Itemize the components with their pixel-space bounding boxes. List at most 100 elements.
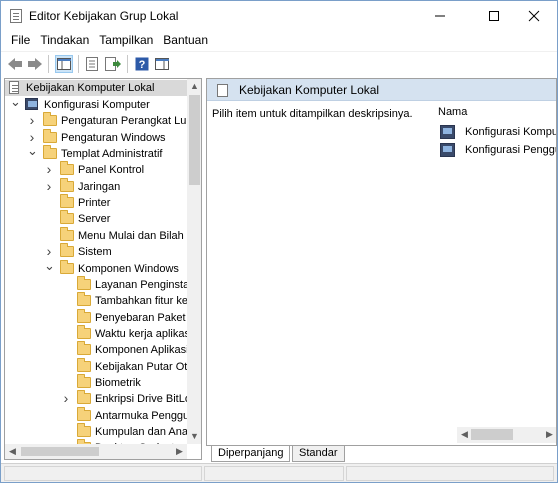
console-tree[interactable]: Kebijakan Komputer Lokal ⌄ Konfigurasi Ko… — [4, 78, 202, 460]
close-button[interactable] — [511, 1, 557, 31]
details-horizontal-scroll-thumb[interactable] — [471, 429, 513, 440]
tree-item[interactable]: ⌄ Komponen Windows — [5, 259, 187, 277]
tree-item[interactable]: Kebijakan Putar Ot — [5, 357, 187, 375]
collapse-chevron-icon[interactable]: ⌄ — [10, 95, 21, 113]
tree-item[interactable]: Penyebaran Paket A — [5, 308, 195, 326]
view-tabs: Diperpanjang Standar — [206, 446, 557, 463]
tree-item[interactable]: Tambahkan fitur ke — [5, 292, 188, 309]
tree-item[interactable]: Biometrik — [5, 373, 187, 391]
tree-item-label: Pengaturan Perangkat Lunak — [61, 115, 202, 128]
menu-file[interactable]: File — [1, 31, 35, 50]
status-cell — [4, 466, 202, 481]
tree-item-label: Antarmuka Penggu — [95, 409, 190, 422]
minimize-icon — [435, 15, 445, 17]
tree-item-label: Biometrik — [95, 376, 141, 389]
scroll-left-icon[interactable]: ◀ — [457, 427, 472, 442]
computer-icon — [25, 98, 38, 110]
tree-item[interactable]: Server — [5, 210, 187, 227]
menu-tampilkan[interactable]: Tampilkan — [94, 31, 158, 50]
export-list-button[interactable] — [104, 55, 122, 73]
folder-icon — [77, 341, 91, 356]
show-action-pane-button[interactable] — [153, 55, 171, 73]
show-hide-console-tree-button[interactable] — [55, 55, 73, 73]
tree-item[interactable]: › Sistem — [5, 243, 187, 260]
tree-item-label: Jaringan — [78, 180, 121, 193]
expand-chevron-icon[interactable]: › — [61, 391, 71, 407]
folder-icon — [43, 112, 57, 127]
back-icon — [8, 58, 22, 70]
expand-chevron-icon[interactable]: › — [27, 113, 37, 129]
collapse-chevron-icon[interactable]: ⌄ — [27, 144, 38, 162]
details-pane: Kebijakan Komputer Lokal Pilih item untu… — [206, 78, 557, 446]
tree-item-label: Layanan Penginstal — [95, 278, 192, 291]
tree-item-label: Komponen Aplikasi — [95, 344, 189, 357]
folder-icon — [77, 373, 91, 388]
tree-horizontal-scroll-thumb[interactable] — [21, 447, 99, 456]
tree-item[interactable]: Komponen Aplikasi — [5, 341, 189, 358]
tree-item-label: Templat Administratif — [61, 148, 163, 161]
scroll-down-icon[interactable]: ▼ — [187, 429, 201, 444]
folder-icon — [43, 128, 57, 143]
folder-icon — [60, 161, 74, 176]
tree-item[interactable]: ⌄ Templat Administratif — [5, 144, 187, 162]
status-bar — [1, 463, 557, 482]
folder-icon — [60, 226, 74, 241]
show-action-pane-icon — [155, 58, 169, 70]
tree-item[interactable]: Kumpulan dan Ana — [5, 423, 188, 440]
folder-icon — [77, 357, 91, 372]
properties-button[interactable] — [83, 55, 101, 73]
computer-config-icon — [440, 125, 455, 139]
column-header-name[interactable]: Nama — [438, 106, 467, 118]
export-list-icon — [105, 57, 121, 71]
minimize-button[interactable] — [417, 1, 463, 31]
scroll-up-icon[interactable]: ▲ — [187, 79, 201, 94]
tree-item-root[interactable]: Kebijakan Komputer Lokal — [5, 80, 187, 96]
tree-item[interactable]: › Panel Kontrol — [5, 161, 187, 178]
folder-icon — [60, 210, 74, 225]
tree-item[interactable]: Antarmuka Penggu — [5, 406, 190, 424]
help-icon: ? — [135, 57, 149, 71]
policy-icon — [9, 81, 19, 94]
tree-item-label: Server — [78, 213, 111, 226]
window-title: Editor Kebijakan Grup Lokal — [29, 9, 179, 23]
status-cell — [204, 466, 344, 481]
menu-tindakan[interactable]: Tindakan — [35, 31, 94, 50]
scroll-right-icon[interactable]: ▶ — [172, 444, 187, 459]
maximize-icon — [489, 11, 499, 21]
show-hide-console-tree-icon — [57, 58, 71, 70]
editor-window: Editor Kebijakan Grup Lokal File Tindaka… — [0, 0, 558, 483]
folder-icon — [77, 390, 91, 405]
expand-chevron-icon[interactable]: › — [44, 178, 54, 195]
scroll-left-icon[interactable]: ◀ — [5, 444, 20, 459]
tree-vertical-scroll-thumb[interactable] — [189, 95, 200, 185]
tree-item-label: Konfigurasi Komputer — [44, 99, 150, 111]
tree-item[interactable]: Waktu kerja aplikasi — [5, 324, 192, 342]
tree-item-label: Panel Kontrol — [78, 164, 145, 177]
tree-item[interactable]: › Pengaturan Perangkat Lunak — [5, 112, 201, 129]
user-config-icon — [440, 143, 455, 157]
svg-text:?: ? — [139, 59, 146, 71]
tree-item[interactable]: Layanan Penginstal — [5, 275, 192, 293]
back-button[interactable] — [6, 55, 24, 73]
tree-item-label: Pengaturan Windows — [61, 131, 166, 144]
scroll-right-icon[interactable]: ▶ — [542, 427, 556, 442]
tab-diperpanjang[interactable]: Diperpanjang — [211, 446, 291, 462]
forward-button[interactable] — [26, 55, 44, 73]
tree-item-label: Komponen Windows — [78, 262, 179, 275]
tree-item-label: Menu Mulai dan Bilah — [78, 229, 184, 242]
menu-bar: File Tindakan Tampilkan Bantuan — [1, 31, 557, 50]
tree-item[interactable]: Menu Mulai dan Bilah — [5, 226, 187, 244]
status-cell — [346, 466, 554, 481]
collapse-chevron-icon[interactable]: ⌄ — [44, 259, 55, 277]
folder-icon — [77, 324, 91, 339]
help-button[interactable]: ? — [133, 55, 151, 73]
menu-bantuan[interactable]: Bantuan — [158, 31, 213, 50]
expand-chevron-icon[interactable]: › — [44, 162, 54, 178]
tab-standar[interactable]: Standar — [292, 446, 345, 462]
tree-item[interactable]: › Enkripsi Drive BitLo — [5, 390, 191, 407]
close-icon — [528, 10, 540, 22]
tree-item[interactable]: ⌄ Konfigurasi Komputer — [5, 95, 187, 113]
tree-item[interactable]: › Jaringan — [5, 177, 187, 195]
tree-item-label: Printer — [78, 197, 111, 210]
tree-item[interactable]: Printer — [5, 194, 187, 211]
